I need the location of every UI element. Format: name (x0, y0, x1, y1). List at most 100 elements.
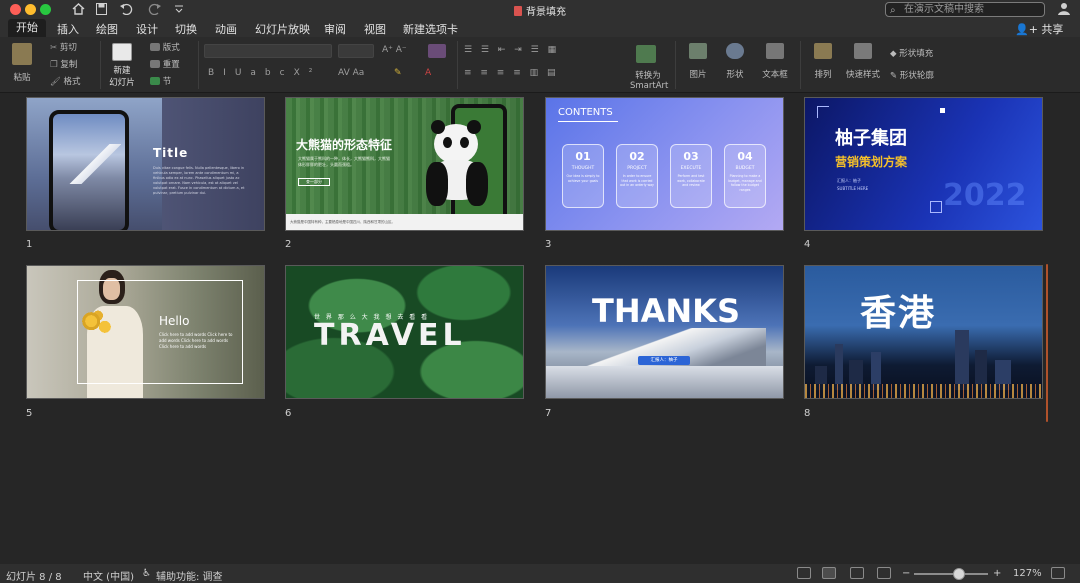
accessibility-status[interactable]: 辅助功能: 调查 (156, 568, 223, 583)
vertical-scrollbar[interactable] (1046, 264, 1048, 422)
align-buttons[interactable]: ≡ ≡ ≡ ≡ ▥ ▤ (464, 68, 558, 78)
ribbon: 粘贴 ✂ 剪切 ❐ 复制 🖌 格式 新建 幻灯片 版式 重置 节 A⁺ A⁻ B… (0, 37, 1080, 93)
fit-to-window-button[interactable] (1051, 567, 1065, 579)
tab-slideshow[interactable]: 幻灯片放映 (255, 21, 310, 37)
section-icon (150, 77, 160, 85)
slide-4-year: 2022 (943, 178, 1027, 213)
slide-number-4: 4 (804, 239, 811, 250)
account-icon[interactable] (1058, 2, 1070, 15)
slide-2-body: 大熊猫属于熊科的一种，体长，大熊猫熊科，大熊猫体形胖胖的肥壮，头圆而颈粗。 (298, 156, 390, 167)
document-icon (514, 6, 522, 16)
convert-label-1: 转换为 (635, 71, 661, 81)
slide-sorter-button[interactable] (822, 567, 836, 579)
reading-view-button[interactable] (850, 567, 864, 579)
card-text: Our idea is simply to achieve your goals (566, 174, 600, 183)
format-painter-button[interactable]: 🖌 格式 (50, 75, 90, 87)
font-size-select[interactable] (338, 44, 374, 58)
card-label: PROJECT (627, 166, 647, 171)
share-button[interactable]: 👤+ 共享 (1015, 21, 1063, 37)
slide-4-meta: 汇报人：柚子 (837, 178, 861, 183)
slide-thumbnail-8[interactable]: 香港 (804, 265, 1043, 399)
highlight-icon[interactable]: ✎ (394, 68, 402, 78)
paste-icon (12, 43, 32, 65)
picture-button[interactable]: 图片 (683, 43, 713, 80)
card-text: Perform and test work, collaborate and r… (677, 174, 705, 187)
reset-button[interactable]: 重置 (150, 58, 190, 70)
pen-icon: ✎ (890, 71, 900, 81)
zoom-slider-handle[interactable] (953, 568, 965, 580)
slide-thumbnail-1[interactable]: Title Duis vitae congue felis. Nulla pel… (26, 97, 265, 231)
convert-smartart-button[interactable]: 转换为 SmartArt (630, 69, 668, 91)
ribbon-tabs: 开始 插入 绘图 设计 切换 动画 幻灯片放映 审阅 视图 新建选项卡 👤+ 共… (0, 19, 1080, 37)
card-text: Planning to make a budget, manage and fo… (728, 174, 762, 192)
shapes-button[interactable]: 形状 (720, 43, 750, 80)
slide-count: 幻灯片 8 / 8 (6, 572, 62, 583)
slide-number-5: 5 (26, 408, 33, 419)
shapes-icon (726, 43, 744, 59)
tab-insert[interactable]: 插入 (57, 21, 79, 37)
clear-formatting-icon[interactable] (428, 44, 446, 58)
shape-outline-button[interactable]: ✎ 形状轮廓 (890, 69, 950, 81)
section-button[interactable]: 节 (150, 75, 190, 87)
copy-button[interactable]: ❐ 复制 (50, 58, 94, 70)
slide-number-8: 8 (804, 408, 811, 419)
textbox-icon (766, 43, 784, 59)
layout-button[interactable]: 版式 (150, 41, 190, 53)
contents-card-2: 02 PROJECT In order to ensure that work is… (616, 144, 658, 208)
new-slide-button[interactable]: 新建 幻灯片 (106, 43, 138, 88)
increase-font-button[interactable]: A⁺ A⁻ (382, 45, 407, 55)
slide-thumbnail-4[interactable]: 柚子集团 营销策划方案 汇报人：柚子 SUBTITLE HERE 2022 (804, 97, 1043, 231)
zoom-in-button[interactable]: + (993, 568, 1001, 579)
layout-label: 版式 (162, 43, 180, 53)
picture-icon (689, 43, 707, 59)
slide-2-title: 大熊猫的形态特征 (296, 138, 393, 152)
slide-8-title: 香港 (860, 293, 937, 334)
tab-view[interactable]: 视图 (364, 21, 386, 37)
shape-fill-button[interactable]: ◆ 形状填充 (890, 47, 950, 59)
tab-design[interactable]: 设计 (136, 21, 158, 37)
window-title-text: 背景填充 (526, 7, 566, 18)
card-text: In order to ensure that work is carried … (620, 174, 654, 187)
zoom-out-button[interactable]: − (902, 568, 910, 579)
tab-animations[interactable]: 动画 (215, 21, 237, 37)
font-color-icon[interactable]: A (425, 68, 431, 78)
zoom-slider-track[interactable] (914, 573, 988, 575)
slide-thumbnail-6[interactable]: 世 界 那 么 大 我 想 去 看 看 TRAVEL (285, 265, 524, 399)
slide-7-title: THANKS (592, 292, 740, 330)
search-input[interactable]: ⌕ 在演示文稿中搜索 (885, 2, 1045, 17)
tab-review[interactable]: 审阅 (324, 21, 346, 37)
accessibility-icon: ♿︎ (142, 568, 151, 579)
card-number: 03 (683, 150, 699, 163)
divider (800, 41, 801, 89)
tab-transitions[interactable]: 切换 (175, 21, 197, 37)
slide-thumbnail-5[interactable]: Hello Click here to add words Click here… (26, 265, 265, 399)
slide-thumbnail-2[interactable]: 大熊猫的形态特征 大熊猫属于熊科的一种，体长，大熊猫熊科，大熊猫体形胖胖的肥壮，… (285, 97, 524, 231)
slide-thumbnail-7[interactable]: THANKS 汇报人：柚子 (545, 265, 784, 399)
slide-thumbnail-3[interactable]: CONTENTS 01 THOUGHT Our idea is simply to … (545, 97, 784, 231)
font-family-select[interactable] (204, 44, 332, 58)
arrange-button[interactable]: 排列 (808, 43, 838, 80)
frame-corner-small (930, 201, 942, 213)
tab-home[interactable]: 开始 (8, 19, 46, 37)
tab-new[interactable]: 新建选项卡 (403, 21, 458, 37)
quick-styles-button[interactable]: 快速样式 (843, 43, 883, 80)
cut-button[interactable]: ✂ 剪切 (50, 41, 90, 53)
font-style-buttons[interactable]: BIUabcX² (208, 68, 321, 78)
language-status[interactable]: 中文 (中国) (83, 568, 134, 583)
slideshow-button[interactable] (877, 567, 891, 579)
tab-draw[interactable]: 绘图 (96, 21, 118, 37)
list-buttons[interactable]: ☰ ☰ ⇤ ⇥ ☰ ▦ (464, 45, 559, 55)
normal-view-button[interactable] (797, 567, 811, 579)
quick-styles-icon (854, 43, 872, 59)
paste-button[interactable]: 粘贴 (8, 43, 36, 83)
panda-image (426, 120, 490, 228)
share-icon: 👤+ (1015, 23, 1042, 36)
char-spacing-button[interactable]: AV Aa (338, 68, 364, 78)
divider (457, 41, 458, 89)
heading-underline (558, 121, 618, 122)
zoom-level[interactable]: 127% (1013, 568, 1042, 579)
textbox-button[interactable]: 文本框 (758, 43, 792, 80)
slide-number-3: 3 (545, 239, 552, 250)
slide-7-button: 汇报人：柚子 (638, 356, 690, 365)
card-number: 04 (737, 150, 753, 163)
